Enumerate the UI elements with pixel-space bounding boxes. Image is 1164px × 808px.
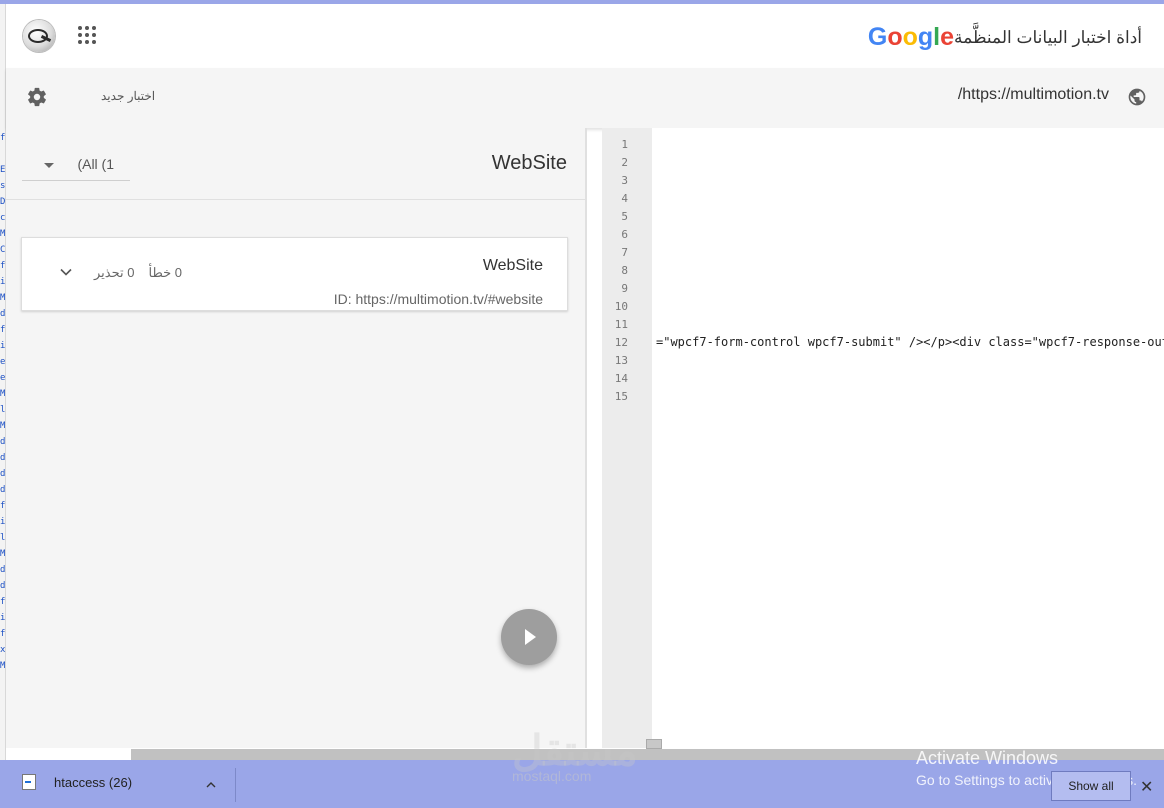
background-char: d xyxy=(0,309,6,319)
chevron-up-icon[interactable] xyxy=(206,780,216,790)
line-number: 7 xyxy=(621,246,628,259)
background-char: l xyxy=(0,405,6,415)
caret-down-icon xyxy=(44,163,54,168)
line-number: 5 xyxy=(621,210,628,223)
results-panel: WebSite (All (1 WebSite ID: https://mult… xyxy=(6,128,587,748)
background-char: f xyxy=(0,133,6,143)
result-card[interactable]: WebSite ID: https://multimotion.tv/#webs… xyxy=(21,237,568,311)
google-logo-letter: g xyxy=(917,23,934,51)
line-number-gutter: 1 2 3 4 5 6 7 8 9 10 11 12 13 14 15 xyxy=(602,128,652,748)
downloads-bar: htaccess (26) xyxy=(0,760,1164,808)
background-char: d xyxy=(0,469,6,479)
background-char: i xyxy=(0,613,6,623)
line-number: 14 xyxy=(614,372,628,385)
background-char: E xyxy=(0,165,6,175)
background-char xyxy=(0,146,5,162)
tool-title: أداة اختبار البيانات المنظَّمة xyxy=(954,27,1142,47)
close-icon[interactable]: ✕ xyxy=(1140,777,1153,797)
globe-icon xyxy=(1128,88,1146,106)
line-number: 3 xyxy=(621,174,628,187)
chevron-down-icon[interactable] xyxy=(60,266,72,278)
background-char: f xyxy=(0,261,6,271)
background-char: f xyxy=(0,501,6,511)
line-number: 8 xyxy=(621,264,628,277)
background-char: M xyxy=(0,389,6,399)
structured-data-tool-window: Google أداة اختبار البيانات المنظَّمة اخ… xyxy=(6,4,1164,760)
apps-grid-icon[interactable] xyxy=(78,26,96,44)
code-editor[interactable]: 1 2 3 4 5 6 7 8 9 10 11 12 13 14 15 ="wpcf7-form-contr… xyxy=(602,128,1164,748)
scroll-corner-handle[interactable] xyxy=(646,739,662,749)
line-number: 6 xyxy=(621,228,628,241)
google-logo-letter: e xyxy=(940,23,955,51)
background-char: d xyxy=(0,453,6,463)
toolbar: اختبار جديد /https://multimotion.tv xyxy=(6,68,1164,128)
google-logo-letter: o xyxy=(887,23,903,51)
background-char: M xyxy=(0,661,6,671)
google-logo: Google xyxy=(868,23,954,52)
background-char: M xyxy=(0,549,6,559)
background-char: f xyxy=(0,597,6,607)
background-char: M xyxy=(0,293,6,303)
download-file-name: htaccess (26) xyxy=(54,774,133,790)
error-count: 0 خطأ xyxy=(148,265,182,280)
show-all-button[interactable]: Show all xyxy=(1051,771,1131,801)
background-char: M xyxy=(0,229,6,239)
line-number: 13 xyxy=(614,354,628,367)
background-char: i xyxy=(0,517,6,527)
filter-value: (All (1 xyxy=(77,156,114,172)
line-number: 1 xyxy=(621,138,628,151)
line-number: 9 xyxy=(621,282,628,295)
background-char: l xyxy=(0,533,6,543)
line-number: 12 xyxy=(614,336,628,349)
background-char: f xyxy=(0,629,6,639)
background-char: C xyxy=(0,245,6,255)
warning-count: 0 تحذير xyxy=(94,265,135,280)
horizontal-scrollbar[interactable] xyxy=(131,749,1164,760)
tested-url[interactable]: /https://multimotion.tv xyxy=(958,86,1109,104)
user-avatar[interactable] xyxy=(23,20,55,52)
background-char: c xyxy=(0,213,6,223)
background-char: e xyxy=(0,373,6,383)
background-char: i xyxy=(0,341,6,351)
background-char: f xyxy=(0,325,6,335)
google-logo-letter: G xyxy=(867,23,888,51)
result-card-title: WebSite xyxy=(482,257,543,274)
new-test-button[interactable]: اختبار جديد xyxy=(101,89,155,103)
line-number: 11 xyxy=(614,318,628,331)
line-number: 2 xyxy=(621,156,628,169)
gear-icon[interactable] xyxy=(26,86,48,108)
background-char: x xyxy=(0,645,6,655)
background-char: s xyxy=(0,181,6,191)
downloads-divider xyxy=(235,768,236,802)
line-number: 4 xyxy=(621,192,628,205)
background-char: D xyxy=(0,197,6,207)
background-char: e xyxy=(0,357,6,367)
google-logo-letter: o xyxy=(902,23,918,51)
app-header: Google أداة اختبار البيانات المنظَّمة xyxy=(6,4,1164,68)
background-char: d xyxy=(0,485,6,495)
background-char: d xyxy=(0,581,6,591)
file-icon xyxy=(22,774,36,790)
filter-dropdown[interactable]: (All (1 xyxy=(22,150,130,181)
background-char: d xyxy=(0,437,6,447)
background-char: d xyxy=(0,565,6,575)
background-char: i xyxy=(0,277,6,287)
type-header: WebSite (All (1 xyxy=(6,128,585,200)
code-line-12: ="wpcf7-form-control wpcf7-submit" /></p… xyxy=(656,335,1164,349)
download-item[interactable]: htaccess (26) xyxy=(22,774,132,790)
result-card-id: ID: https://multimotion.tv/#website xyxy=(333,291,543,307)
brand: Google أداة اختبار البيانات المنظَّمة xyxy=(868,23,1144,52)
result-counts: 0 خطأ 0 تحذير xyxy=(94,265,182,281)
run-test-button[interactable] xyxy=(501,609,557,665)
line-number: 15 xyxy=(614,390,628,403)
line-number: 10 xyxy=(614,300,628,313)
background-char: M xyxy=(0,421,6,431)
type-title: WebSite xyxy=(491,152,567,174)
google-logo-letter: l xyxy=(933,23,941,51)
